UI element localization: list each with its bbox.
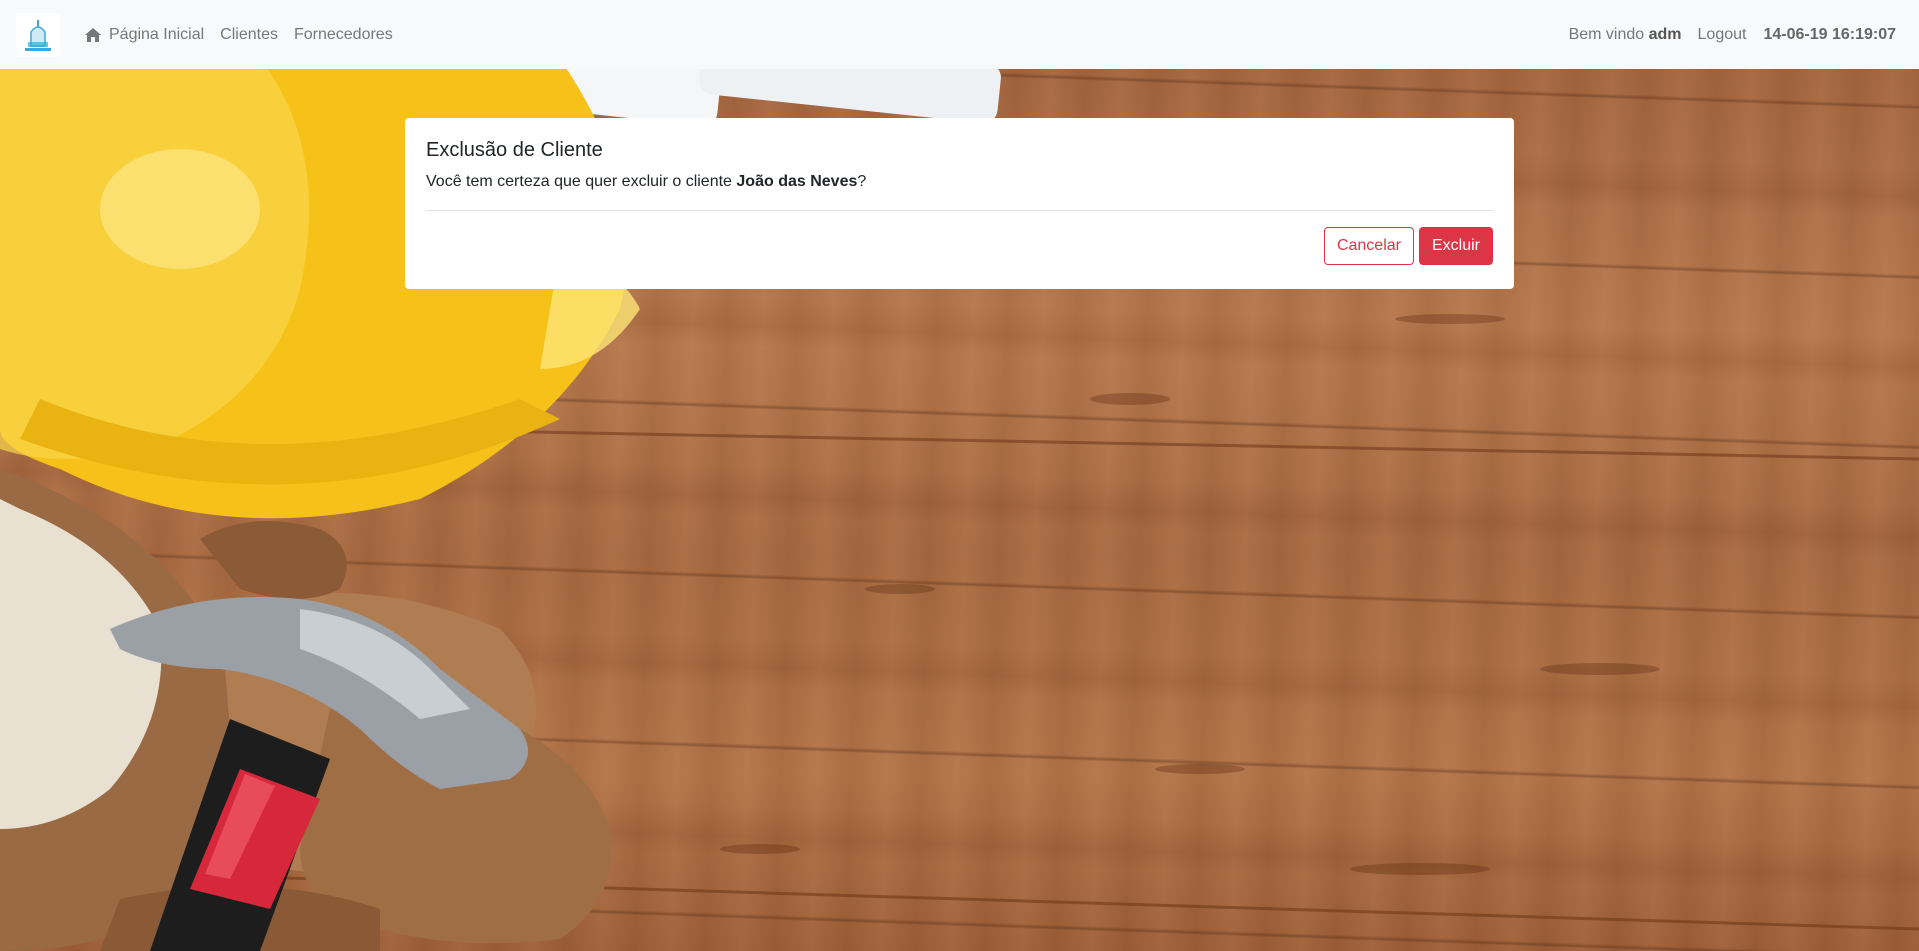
nav-links: Página Inicial Clientes Fornecedores [84,26,409,44]
nav-right: Bem vindo adm Logout 14-06-19 16:19:07 [1569,26,1903,44]
delete-client-modal: Exclusão de Cliente Você tem certeza que… [405,118,1514,289]
nav-link-home[interactable]: Página Inicial [84,26,204,44]
nav-link-clientes[interactable]: Clientes [220,26,278,44]
welcome-text: Bem vindo adm [1569,26,1682,44]
nav-link-home-label: Página Inicial [109,25,205,43]
username: adm [1648,25,1682,43]
cancel-button[interactable]: Cancelar [1323,227,1414,265]
logout-link[interactable]: Logout [1698,26,1747,44]
modal-message: Você tem certeza que quer excluir o clie… [426,172,1493,192]
modal-divider [426,210,1493,211]
modal-footer: Cancelar Excluir [426,227,1493,265]
welcome-prefix: Bem vindo [1568,25,1645,43]
delete-button[interactable]: Excluir [1418,227,1493,265]
navbar: Página Inicial Clientes Fornecedores Bem… [0,0,1919,69]
nav-link-fornecedores-label: Fornecedores [293,25,393,43]
datetime-clock: 14-06-19 16:19:07 [1763,25,1896,43]
modal-message-suffix: ? [857,173,867,190]
home-icon [85,27,101,42]
modal-title: Exclusão de Cliente [426,139,603,161]
building-logo-icon[interactable] [16,12,60,57]
modal-message-prefix: Você tem certeza que quer excluir o clie… [426,173,732,190]
nav-link-clientes-label: Clientes [220,25,278,43]
client-name: João das Neves [736,173,858,190]
nav-link-fornecedores[interactable]: Fornecedores [294,26,393,44]
